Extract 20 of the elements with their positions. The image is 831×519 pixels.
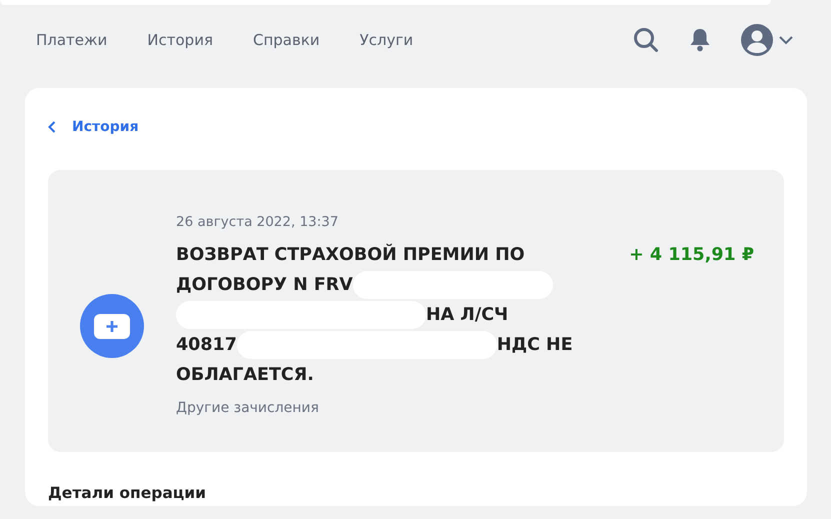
back-link[interactable]: История <box>48 116 139 138</box>
operation-amount: + 4 115,91 ₽ <box>629 244 754 267</box>
avatar-icon[interactable] <box>741 24 795 56</box>
title-text: ВОЗВРАТ СТРАХОВОЙ ПРЕМИИ ПО <box>176 242 525 268</box>
operation-date: 26 августа 2022, 13:37 <box>176 213 340 232</box>
nav-link[interactable]: История <box>147 28 213 52</box>
title-text: НА Л/СЧ <box>426 304 508 328</box>
title-text: 40817 <box>176 334 237 358</box>
title-text: НДС НЕ <box>496 334 573 358</box>
title-text: ДОГОВОРУ N FRV <box>176 274 353 298</box>
chevron-left-icon <box>48 121 56 133</box>
nav-link[interactable]: Услуги <box>360 28 414 52</box>
search-icon[interactable] <box>633 27 659 53</box>
nav-link[interactable]: Справки <box>252 28 320 52</box>
section-heading: Детали операции <box>48 483 208 504</box>
title-text: ОБЛАГАЕТСЯ. <box>176 364 314 388</box>
nav-link[interactable]: Платежи <box>36 28 108 52</box>
plus-card-icon <box>80 294 144 358</box>
operation-category: Другие зачисления <box>176 399 320 418</box>
bell-icon[interactable] <box>689 28 711 52</box>
